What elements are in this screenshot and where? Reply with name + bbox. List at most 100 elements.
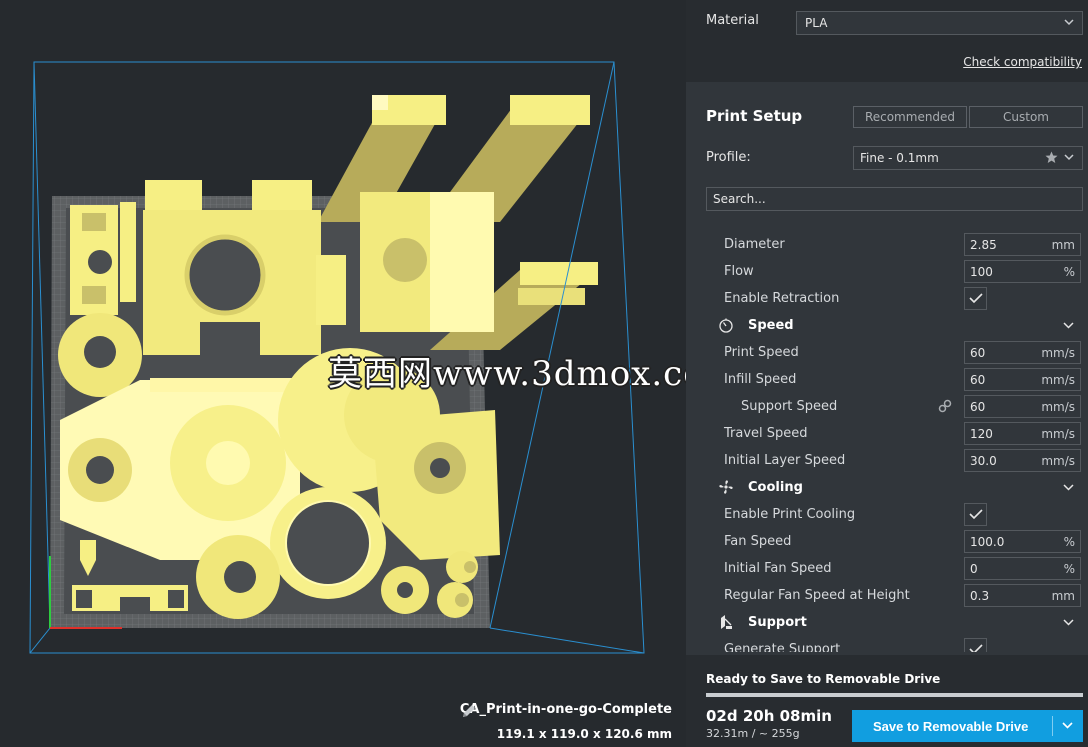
part-ring-bottom — [270, 487, 386, 599]
fan-icon — [719, 480, 733, 494]
setting-initial-fan-speed[interactable]: Initial Fan Speed 0% — [686, 555, 1088, 582]
setting-value: 60 — [970, 400, 986, 414]
save-to-removable-drive-button[interactable]: Save to Removable Drive — [852, 710, 1083, 742]
setting-label: Support Speed — [741, 399, 838, 414]
star-icon[interactable] — [1045, 151, 1058, 164]
tab-recommended[interactable]: Recommended — [853, 106, 967, 128]
setting-input[interactable]: 100.0% — [964, 530, 1081, 553]
material-usage: 32.31m / ~ 255g — [706, 727, 800, 740]
check-compatibility-link[interactable]: Check compatibility — [963, 55, 1082, 69]
setting-enable-print-cooling[interactable]: Enable Print Cooling — [686, 501, 1088, 528]
setting-input[interactable]: 2.85 mm — [964, 233, 1081, 256]
setting-value: 0.3 — [970, 589, 990, 603]
material-section: Material PLA Check compatibility — [686, 0, 1088, 82]
setting-unit: % — [1063, 562, 1075, 576]
category-support[interactable]: Support — [686, 609, 1088, 636]
chevron-down-icon[interactable] — [1063, 619, 1074, 626]
profile-select[interactable]: Fine - 0.1mm — [853, 146, 1083, 170]
category-speed[interactable]: Speed — [686, 312, 1088, 339]
category-label: Speed — [748, 318, 794, 333]
model-name: CA_Print-in-one-go-Complete — [459, 702, 672, 717]
chevron-down-icon[interactable] — [1063, 484, 1074, 491]
chevron-down-icon[interactable] — [1063, 322, 1074, 329]
3d-viewport[interactable]: 莫西网www.3dmox.com CA_Print-in-one-go-Comp… — [0, 0, 686, 747]
support-icon — [721, 615, 732, 629]
setting-fan-speed[interactable]: Fan Speed 100.0% — [686, 528, 1088, 555]
setting-value: 100 — [970, 265, 993, 279]
chevron-down-icon — [1064, 19, 1074, 26]
print-setup-section: Print Setup Recommended Custom Profile: … — [686, 90, 1088, 652]
setting-input[interactable]: 0% — [964, 557, 1081, 580]
setting-value: 100.0 — [970, 535, 1005, 549]
checkmark-icon — [969, 293, 983, 304]
part-base-plate — [60, 378, 300, 560]
settings-panel: Material PLA Check compatibility Print S… — [686, 0, 1088, 747]
model-dimensions: 119.1 x 119.0 x 120.6 mm — [496, 727, 672, 741]
chevron-down-icon[interactable] — [1062, 722, 1073, 729]
setting-initial-layer-speed[interactable]: Initial Layer Speed 30.0 mm/s — [686, 447, 1088, 474]
setting-input[interactable]: 100% — [964, 260, 1081, 283]
material-value: PLA — [805, 16, 828, 30]
part-ring-left — [58, 313, 142, 397]
setting-support-speed[interactable]: Support Speed 60 mm/s — [686, 393, 1088, 420]
checkmark-icon — [969, 644, 983, 652]
setting-flow[interactable]: Flow 100% — [686, 258, 1088, 285]
speedometer-icon — [719, 318, 733, 333]
setting-checkbox[interactable] — [964, 503, 987, 526]
tab-custom[interactable]: Custom — [969, 106, 1083, 128]
category-label: Cooling — [748, 480, 803, 495]
setting-checkbox[interactable] — [964, 287, 987, 310]
chevron-down-icon — [1064, 154, 1074, 161]
setting-input[interactable]: 60 mm/s — [964, 368, 1081, 391]
setting-input[interactable]: 60 mm/s — [964, 341, 1081, 364]
setting-input[interactable]: 0.3 mm — [964, 584, 1081, 607]
setting-label: Regular Fan Speed at Height — [724, 588, 910, 603]
setting-print-speed[interactable]: Print Speed 60 mm/s — [686, 339, 1088, 366]
setting-travel-speed[interactable]: Travel Speed 120 mm/s — [686, 420, 1088, 447]
profile-label: Profile: — [706, 150, 751, 165]
material-select[interactable]: PLA — [796, 11, 1083, 35]
print-setup-title: Print Setup — [706, 107, 803, 125]
part-washer-large — [196, 535, 280, 619]
link-icon[interactable] — [938, 399, 952, 413]
setting-label: Print Speed — [724, 345, 799, 360]
setting-unit: mm/s — [1041, 454, 1075, 468]
category-cooling[interactable]: Cooling — [686, 474, 1088, 501]
setting-label: Initial Layer Speed — [724, 453, 846, 468]
status-text: Ready to Save to Removable Drive — [706, 672, 941, 686]
checkmark-icon — [969, 509, 983, 520]
setting-value: 0 — [970, 562, 978, 576]
setting-unit: mm/s — [1041, 427, 1075, 441]
setting-unit: mm — [1051, 238, 1075, 252]
setting-label: Enable Print Cooling — [724, 507, 856, 522]
setting-generate-support[interactable]: Generate Support — [686, 636, 1088, 652]
setting-input[interactable]: 30.0 mm/s — [964, 449, 1081, 472]
setting-unit: mm/s — [1041, 373, 1075, 387]
setting-enable-retraction[interactable]: Enable Retraction — [686, 285, 1088, 312]
setting-unit: mm/s — [1041, 346, 1075, 360]
setting-label: Fan Speed — [724, 534, 792, 549]
material-label: Material — [706, 13, 759, 28]
part-right-block — [360, 192, 494, 332]
progress-bar — [706, 693, 1083, 697]
setting-unit: % — [1063, 265, 1075, 279]
save-button-label: Save to Removable Drive — [873, 719, 1029, 734]
setting-label: Generate Support — [724, 642, 841, 652]
settings-list[interactable]: Diameter 2.85 mm Flow 100% Enable Retraction S… — [686, 230, 1088, 652]
setting-label: Enable Retraction — [724, 291, 840, 306]
setting-unit: % — [1063, 535, 1075, 549]
settings-search-input[interactable] — [706, 187, 1083, 211]
pencil-icon[interactable] — [460, 702, 478, 720]
setting-regular-fan-speed-at-height[interactable]: Regular Fan Speed at Height 0.3 mm — [686, 582, 1088, 609]
setting-infill-speed[interactable]: Infill Speed 60 mm/s — [686, 366, 1088, 393]
setting-checkbox[interactable] — [964, 638, 987, 652]
setting-diameter[interactable]: Diameter 2.85 mm — [686, 231, 1088, 258]
output-section: Ready to Save to Removable Drive 02d 20h… — [686, 655, 1088, 747]
setting-input[interactable]: 60 mm/s — [964, 395, 1081, 418]
setting-input[interactable]: 120 mm/s — [964, 422, 1081, 445]
setting-unit: mm/s — [1041, 400, 1075, 414]
setting-unit: mm — [1051, 589, 1075, 603]
profile-value: Fine - 0.1mm — [860, 151, 939, 165]
progress-fill — [706, 693, 1083, 697]
setting-value: 2.85 — [970, 238, 997, 252]
